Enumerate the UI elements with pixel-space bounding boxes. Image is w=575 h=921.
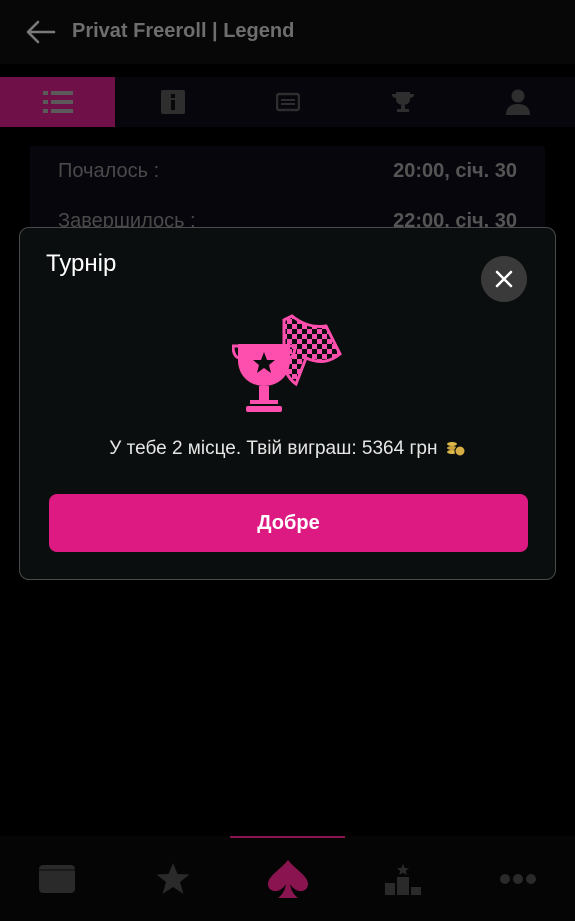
trophy-icon [391,92,414,112]
bottom-navigation [0,836,575,921]
star-icon [156,862,189,894]
ok-button[interactable]: Добре [49,494,528,552]
tab-tickets[interactable] [230,77,345,127]
list-icon [42,91,73,113]
info-row: Почалось : 20:00, січ. 30 [30,146,545,196]
nav-favorites[interactable] [115,836,230,921]
close-icon [495,270,513,288]
tab-players[interactable] [460,77,575,127]
more-icon [499,873,536,884]
page-title: Privat Freeroll | Legend [72,20,295,42]
info-value: 20:00, січ. 30 [393,159,517,182]
dialog-title: Турнір [46,250,117,277]
tournament-tabs [0,77,575,127]
app-header: Privat Freeroll | Legend [0,0,575,64]
close-button[interactable] [481,256,527,302]
user-icon [505,89,530,115]
spade-icon [267,859,308,898]
coin-stack-icon [446,441,466,457]
info-label: Почалось : [58,159,160,182]
info-icon [160,90,185,114]
wallet-icon [38,864,75,893]
nav-more[interactable] [460,836,575,921]
ticket-icon [275,92,300,112]
tab-info[interactable] [115,77,230,127]
tab-prizes[interactable] [345,77,460,127]
result-text: У тебе 2 місце. Твій виграш: 5364 грн [109,438,438,459]
tab-list[interactable] [0,77,115,127]
podium-icon [384,863,421,895]
nav-leaderboard[interactable] [345,836,460,921]
arrow-left-icon[interactable] [24,18,58,46]
nav-poker[interactable] [230,836,345,921]
trophy-flag-icon [232,314,342,412]
result-dialog: Турнір У тебе 2 місце. Твій виграш: 5364… [19,227,556,580]
nav-wallet[interactable] [0,836,115,921]
result-message: У тебе 2 місце. Твій виграш: 5364 грн [20,438,555,460]
